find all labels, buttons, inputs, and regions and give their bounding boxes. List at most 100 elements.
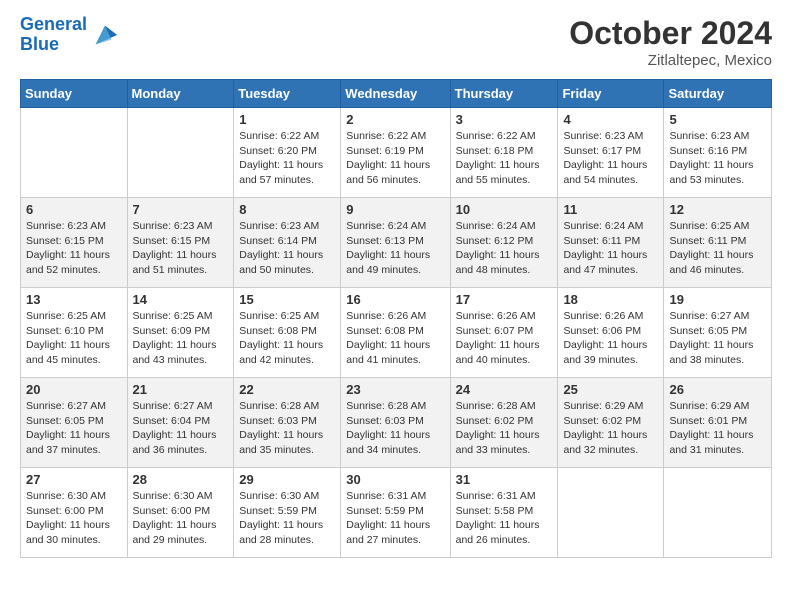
calendar-week-row: 13 Sunrise: 6:25 AM Sunset: 6:10 PM Dayli…	[21, 288, 772, 378]
day-number: 1	[239, 112, 335, 127]
day-info: Sunrise: 6:22 AM Sunset: 6:20 PM Dayligh…	[239, 129, 335, 188]
day-info: Sunrise: 6:27 AM Sunset: 6:05 PM Dayligh…	[669, 309, 766, 368]
day-number: 7	[133, 202, 229, 217]
logo-blue: Blue	[20, 34, 59, 54]
day-info: Sunrise: 6:23 AM Sunset: 6:16 PM Dayligh…	[669, 129, 766, 188]
day-info: Sunrise: 6:28 AM Sunset: 6:03 PM Dayligh…	[239, 399, 335, 458]
calendar-table: SundayMondayTuesdayWednesdayThursdayFrid…	[20, 79, 772, 558]
calendar-cell: 3Sunrise: 6:22 AM Sunset: 6:18 PM Daylig…	[450, 108, 558, 198]
calendar-cell: 5 Sunrise: 6:23 AM Sunset: 6:16 PM Daylig…	[664, 108, 772, 198]
day-info: Sunrise: 6:27 AM Sunset: 6:05 PM Dayligh…	[26, 399, 122, 458]
day-info: Sunrise: 6:29 AM Sunset: 6:01 PM Dayligh…	[669, 399, 766, 458]
logo-icon	[91, 21, 119, 49]
day-number: 8	[239, 202, 335, 217]
day-number: 17	[456, 292, 553, 307]
day-info: Sunrise: 6:30 AM Sunset: 6:00 PM Dayligh…	[26, 489, 122, 548]
day-info: Sunrise: 6:24 AM Sunset: 6:12 PM Dayligh…	[456, 219, 553, 278]
calendar-cell: 13 Sunrise: 6:25 AM Sunset: 6:10 PM Dayli…	[21, 288, 128, 378]
calendar-week-row: 1 Sunrise: 6:22 AM Sunset: 6:20 PM Daylig…	[21, 108, 772, 198]
day-info: Sunrise: 6:26 AM Sunset: 6:08 PM Dayligh…	[346, 309, 444, 368]
day-info: Sunrise: 6:27 AM Sunset: 6:04 PM Dayligh…	[133, 399, 229, 458]
weekday-header: Thursday	[450, 80, 558, 108]
calendar-cell: 6 Sunrise: 6:23 AM Sunset: 6:15 PM Daylig…	[21, 198, 128, 288]
location: Zitlaltepec, Mexico	[569, 52, 772, 69]
calendar-cell: 1 Sunrise: 6:22 AM Sunset: 6:20 PM Daylig…	[234, 108, 341, 198]
calendar-cell: 30 Sunrise: 6:31 AM Sunset: 5:59 PM Dayli…	[341, 468, 450, 558]
weekday-header: Sunday	[21, 80, 128, 108]
day-info: Sunrise: 6:22 AM Sunset: 6:19 PM Dayligh…	[346, 129, 444, 188]
weekday-header: Friday	[558, 80, 664, 108]
day-info: Sunrise: 6:23 AM Sunset: 6:14 PM Dayligh…	[239, 219, 335, 278]
day-info: Sunrise: 6:30 AM Sunset: 6:00 PM Dayligh…	[133, 489, 229, 548]
day-number: 6	[26, 202, 122, 217]
day-number: 19	[669, 292, 766, 307]
weekday-header-row: SundayMondayTuesdayWednesdayThursdayFrid…	[21, 80, 772, 108]
day-info: Sunrise: 6:30 AM Sunset: 5:59 PM Dayligh…	[239, 489, 335, 548]
calendar-cell: 7Sunrise: 6:23 AM Sunset: 6:15 PM Daylig…	[127, 198, 234, 288]
weekday-header: Monday	[127, 80, 234, 108]
day-number: 5	[669, 112, 766, 127]
day-number: 24	[456, 382, 553, 397]
calendar-cell: 9Sunrise: 6:24 AM Sunset: 6:13 PM Daylig…	[341, 198, 450, 288]
calendar-cell	[127, 108, 234, 198]
calendar-cell: 16Sunrise: 6:26 AM Sunset: 6:08 PM Dayli…	[341, 288, 450, 378]
title-block: October 2024 Zitlaltepec, Mexico	[569, 15, 772, 69]
day-number: 2	[346, 112, 444, 127]
day-info: Sunrise: 6:25 AM Sunset: 6:10 PM Dayligh…	[26, 309, 122, 368]
day-info: Sunrise: 6:26 AM Sunset: 6:07 PM Dayligh…	[456, 309, 553, 368]
day-number: 20	[26, 382, 122, 397]
day-info: Sunrise: 6:29 AM Sunset: 6:02 PM Dayligh…	[563, 399, 658, 458]
day-number: 30	[346, 472, 444, 487]
calendar-cell: 4Sunrise: 6:23 AM Sunset: 6:17 PM Daylig…	[558, 108, 664, 198]
day-info: Sunrise: 6:25 AM Sunset: 6:11 PM Dayligh…	[669, 219, 766, 278]
day-info: Sunrise: 6:28 AM Sunset: 6:02 PM Dayligh…	[456, 399, 553, 458]
calendar-cell: 20 Sunrise: 6:27 AM Sunset: 6:05 PM Dayli…	[21, 378, 128, 468]
calendar-cell: 12 Sunrise: 6:25 AM Sunset: 6:11 PM Dayli…	[664, 198, 772, 288]
weekday-header: Saturday	[664, 80, 772, 108]
calendar-cell: 8 Sunrise: 6:23 AM Sunset: 6:14 PM Daylig…	[234, 198, 341, 288]
main-container: General Blue October 2024 Zitlaltepec, M…	[0, 0, 792, 573]
day-info: Sunrise: 6:31 AM Sunset: 5:59 PM Dayligh…	[346, 489, 444, 548]
calendar-cell: 11 Sunrise: 6:24 AM Sunset: 6:11 PM Dayli…	[558, 198, 664, 288]
day-number: 22	[239, 382, 335, 397]
calendar-cell	[21, 108, 128, 198]
calendar-cell: 14Sunrise: 6:25 AM Sunset: 6:09 PM Dayli…	[127, 288, 234, 378]
weekday-header: Wednesday	[341, 80, 450, 108]
calendar-cell: 25 Sunrise: 6:29 AM Sunset: 6:02 PM Dayli…	[558, 378, 664, 468]
day-info: Sunrise: 6:26 AM Sunset: 6:06 PM Dayligh…	[563, 309, 658, 368]
calendar-cell: 17 Sunrise: 6:26 AM Sunset: 6:07 PM Dayli…	[450, 288, 558, 378]
calendar-cell: 23Sunrise: 6:28 AM Sunset: 6:03 PM Dayli…	[341, 378, 450, 468]
calendar-cell: 31Sunrise: 6:31 AM Sunset: 5:58 PM Dayli…	[450, 468, 558, 558]
day-number: 31	[456, 472, 553, 487]
logo-text: General Blue	[20, 15, 87, 55]
day-number: 28	[133, 472, 229, 487]
calendar-cell: 18Sunrise: 6:26 AM Sunset: 6:06 PM Dayli…	[558, 288, 664, 378]
day-number: 11	[563, 202, 658, 217]
calendar-cell: 29 Sunrise: 6:30 AM Sunset: 5:59 PM Dayli…	[234, 468, 341, 558]
day-info: Sunrise: 6:23 AM Sunset: 6:15 PM Dayligh…	[26, 219, 122, 278]
day-number: 3	[456, 112, 553, 127]
day-number: 29	[239, 472, 335, 487]
calendar-cell	[558, 468, 664, 558]
calendar-cell: 27 Sunrise: 6:30 AM Sunset: 6:00 PM Dayli…	[21, 468, 128, 558]
day-info: Sunrise: 6:24 AM Sunset: 6:11 PM Dayligh…	[563, 219, 658, 278]
day-number: 12	[669, 202, 766, 217]
calendar-cell: 10 Sunrise: 6:24 AM Sunset: 6:12 PM Dayli…	[450, 198, 558, 288]
calendar-cell: 26Sunrise: 6:29 AM Sunset: 6:01 PM Dayli…	[664, 378, 772, 468]
day-number: 10	[456, 202, 553, 217]
day-info: Sunrise: 6:28 AM Sunset: 6:03 PM Dayligh…	[346, 399, 444, 458]
day-info: Sunrise: 6:25 AM Sunset: 6:08 PM Dayligh…	[239, 309, 335, 368]
calendar-cell: 15Sunrise: 6:25 AM Sunset: 6:08 PM Dayli…	[234, 288, 341, 378]
day-info: Sunrise: 6:23 AM Sunset: 6:17 PM Dayligh…	[563, 129, 658, 188]
day-number: 25	[563, 382, 658, 397]
logo-general: General	[20, 14, 87, 34]
calendar-cell: 22 Sunrise: 6:28 AM Sunset: 6:03 PM Dayli…	[234, 378, 341, 468]
month-title: October 2024	[569, 15, 772, 52]
calendar-cell: 24 Sunrise: 6:28 AM Sunset: 6:02 PM Dayli…	[450, 378, 558, 468]
day-number: 27	[26, 472, 122, 487]
calendar-week-row: 6 Sunrise: 6:23 AM Sunset: 6:15 PM Daylig…	[21, 198, 772, 288]
day-info: Sunrise: 6:25 AM Sunset: 6:09 PM Dayligh…	[133, 309, 229, 368]
weekday-header: Tuesday	[234, 80, 341, 108]
day-number: 13	[26, 292, 122, 307]
calendar-week-row: 20 Sunrise: 6:27 AM Sunset: 6:05 PM Dayli…	[21, 378, 772, 468]
